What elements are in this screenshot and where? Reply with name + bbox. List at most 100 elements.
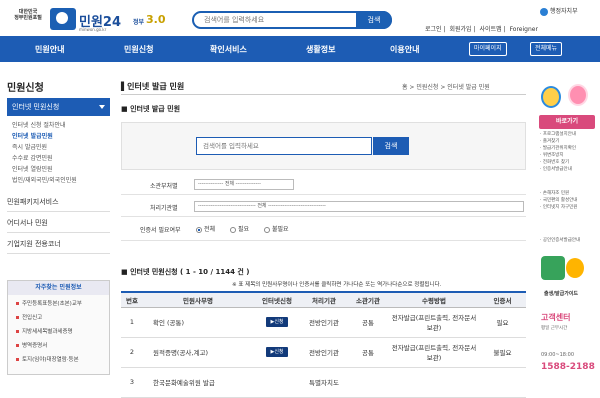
cert-guide-link[interactable]: · 공인인증서발급안내 (540, 237, 595, 244)
faq-item[interactable]: 전입신고 (16, 313, 42, 321)
list-title: ■ 인터넷 민원신청 ( 1 - 10 / 1144 건 ) (121, 268, 250, 276)
cell-proc: 특별자치도 (301, 367, 347, 398)
extra-links-list: · 손해자조 민원 · 국민편의 활성안내 · 인터넷지 자구민원 (540, 190, 595, 211)
radio-all[interactable]: 전체 (196, 224, 215, 233)
radio-label: 전체 (204, 226, 216, 233)
nav-item-life[interactable]: 생활정보 (306, 44, 335, 55)
cell-recv: 전자발급(프린트출력, 전자문서보관) (389, 337, 479, 368)
faq-item[interactable]: 병역증명서 (16, 341, 47, 349)
sidebar-active-label: 인터넷 민원신청 (12, 103, 60, 111)
quick-links-list: · 프로그램설치안내 · 즐겨찾기 · 발급기관위치확인 · 위변조방지 · 전… (540, 131, 595, 173)
quick-links-header: 바로가기 (539, 115, 595, 129)
nav-item-apply[interactable]: 민원신청 (124, 44, 153, 55)
section-title: ■ 인터넷 발급 민원 (121, 105, 181, 113)
sidebar-item-anywhere[interactable]: 어디서나 민원 (7, 213, 110, 233)
quick-link[interactable]: · 프로그램설치안내 (540, 131, 595, 138)
radio-not-required[interactable]: 불필요 (264, 224, 289, 233)
cell-name[interactable]: 한국문화예술위원 발급 (143, 367, 253, 398)
sidebar-sub-view[interactable]: 인터넷 열람민원 (12, 164, 53, 173)
ministry-logo[interactable]: 행정자치부 (540, 6, 578, 16)
apply-button[interactable]: ▶신청 (266, 347, 288, 357)
table-row: 1 확인 (공통) ▶신청 전방인기관 공통 전자발급(프린트출력, 전자문서보… (121, 307, 526, 338)
mypage-button[interactable]: 마이페이지 (469, 42, 507, 56)
radio-icon (264, 226, 270, 233)
sidebar-item-business[interactable]: 기업지원 전용코너 (7, 234, 110, 254)
main-nav: 민원안내 민원신청 확인서비스 생활정보 이용안내 마이페이지 전체메뉴 (0, 36, 600, 62)
radio-required[interactable]: 필요 (230, 224, 249, 233)
cell-name[interactable]: 확인 (공통) (143, 307, 253, 338)
customer-center-title[interactable]: 고객센터 (541, 312, 570, 323)
quick-link[interactable]: · 즐겨찾기 (540, 138, 595, 145)
radio-icon (230, 226, 236, 233)
col-name[interactable]: 민원사무명 (143, 291, 253, 308)
mascot-icon (568, 84, 588, 106)
faq-item[interactable]: 토지(임야)대장열람·등본 (16, 355, 79, 363)
gov-emblem: 대한민국 정부민원포털 (6, 9, 50, 21)
ministry-label: 행정자치부 (550, 8, 578, 15)
mascot-icon (541, 86, 561, 108)
minwon-table: 번호 민원사무명 인터넷신청 처리기관 소관기관 수령방법 인증서 1 확인 (… (121, 291, 526, 398)
cell-proc: 전방인기관 (301, 337, 347, 368)
quick-link[interactable]: · 발급기관위치확인 (540, 145, 595, 152)
ministry-select[interactable]: -------------- 전체 -------------- (194, 179, 294, 190)
signup-link[interactable]: 회원가입 (450, 26, 472, 33)
sidebar-sub-instant[interactable]: 즉시 발급민원 (12, 142, 47, 151)
gov3-number: 3.0 (146, 13, 166, 26)
nav-item-usage[interactable]: 이용안내 (390, 44, 419, 55)
cell-apply (253, 367, 301, 398)
col-apply: 인터넷신청 (253, 291, 301, 308)
video-guide-icon[interactable] (541, 256, 565, 280)
cell-cert: 필요 (479, 307, 526, 338)
cell-name[interactable]: 원적증명(공사,계고) (143, 337, 253, 368)
table-row: 2 원적증명(공사,계고) ▶신청 전방인기관 공통 전자발급(프린트출력, 전… (121, 337, 526, 368)
faq-item[interactable]: 지방세세목별과세증명 (16, 327, 73, 335)
nav-item-verify[interactable]: 확인서비스 (210, 44, 247, 55)
nav-item-guide[interactable]: 민원안내 (35, 44, 64, 55)
allmenu-button[interactable]: 전체메뉴 (530, 42, 563, 56)
global-search: 검색 (192, 11, 392, 29)
apply-button[interactable]: ▶신청 (266, 317, 288, 327)
extra-link[interactable]: · 손해자조 민원 (540, 190, 595, 197)
col-recv: 수령방법 (389, 291, 479, 308)
login-link[interactable]: 로그인 (425, 26, 442, 33)
quick-link[interactable]: · 인증서발급안내 (540, 166, 595, 173)
filter-label-ministry: 소관부처별 (150, 183, 178, 190)
extra-link[interactable]: · 인터넷지 자구민원 (540, 204, 595, 211)
filter-label-cert: 인증서 필요여부 (140, 227, 181, 234)
minwon-search-input[interactable]: 검색어를 입력하세요 (196, 137, 372, 155)
sidebar-sub-corp[interactable]: 법인/재외국민/외국인민원 (12, 175, 77, 184)
video-guide-label[interactable]: 출생/발급가이드 (544, 290, 578, 297)
sidebar-sub-procedure[interactable]: 인터넷 신청 절차안내 (12, 120, 66, 129)
cell-recv: 전자발급(프린트출력, 전자문서보관) (389, 307, 479, 338)
mascot-icon (566, 258, 584, 278)
sort-notice: ※ 표 제목의 민원사무명이나 인증서를 클릭하면 가나다순 또는 역가나다순으… (232, 282, 442, 288)
faq-item[interactable]: 주민등록표등본(초본)교부 (16, 299, 82, 307)
quick-link[interactable]: · 전화번호 찾기 (540, 159, 595, 166)
extra-link[interactable]: · 국민편의 활성안내 (540, 197, 595, 204)
cell-apply: ▶신청 (253, 337, 301, 368)
global-search-input[interactable] (204, 16, 354, 24)
col-no: 번호 (121, 291, 143, 308)
sitemap-link[interactable]: 사이트맵 (480, 26, 502, 33)
page-title-text: 인터넷 발급 민원 (127, 82, 185, 91)
sidebar-item-package[interactable]: 민원패키지서비스 (7, 192, 110, 212)
table-row: 3 한국문화예술위원 발급 특별자치도 (121, 367, 526, 398)
col-cert[interactable]: 인증서 (479, 291, 526, 308)
quick-link[interactable]: · 위변조방지 (540, 152, 595, 159)
ministry-emblem-icon (540, 7, 548, 16)
cell-cert (479, 367, 526, 398)
customer-hours: 09:00~18:00 (541, 352, 575, 358)
minwon-search-button[interactable]: 검색 (373, 137, 409, 155)
agency-select[interactable]: -------------------------------- 전체 ----… (194, 201, 524, 212)
global-search-button[interactable]: 검색 (356, 11, 392, 29)
sidebar-item-internet-apply[interactable]: 인터넷 민원신청 (7, 98, 110, 116)
cell-no: 1 (121, 307, 143, 338)
sidebar-sub-issue[interactable]: 인터넷 발급민원 (12, 131, 53, 140)
top-links: 로그인 | 회원가입 | 사이트맵 | Foreigner (425, 26, 538, 33)
page-title: ▌인터넷 발급 민원 (121, 82, 185, 91)
foreigner-link[interactable]: Foreigner (510, 26, 538, 33)
col-proc: 처리기관 (301, 291, 347, 308)
filter-label-agency: 처리기관별 (150, 205, 178, 212)
minwon-logo-icon[interactable] (50, 8, 76, 30)
sidebar-sub-fee[interactable]: 수수료 감면민원 (12, 153, 53, 162)
